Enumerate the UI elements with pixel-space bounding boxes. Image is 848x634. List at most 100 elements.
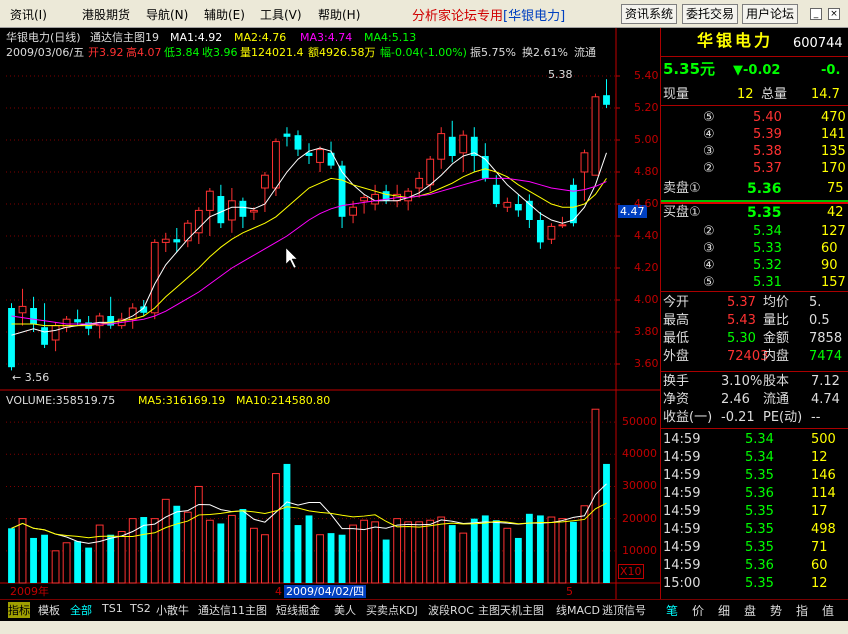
right-panel-tab[interactable]: 细 xyxy=(718,602,730,619)
indicator-tab[interactable]: 买卖点KDJ xyxy=(366,602,418,618)
forum-button[interactable]: 用户论坛 xyxy=(742,4,799,24)
volume-tick-label: 40000 xyxy=(622,447,657,461)
date-cursor-box: 2009/04/02/四 xyxy=(284,585,367,598)
buy-price: 5.33 xyxy=(753,241,782,256)
candle-body xyxy=(205,190,214,211)
volume-bar xyxy=(481,515,489,583)
trade-button[interactable]: 委托交易 xyxy=(682,4,739,24)
sell-volume: 470 xyxy=(821,110,846,125)
bar-float: 流通 xyxy=(574,46,596,59)
stat-value-2: 5. xyxy=(809,295,822,310)
volume-unit: X10 xyxy=(618,564,644,579)
candle-body xyxy=(580,152,589,173)
volume-bar xyxy=(85,547,93,583)
candle-body xyxy=(603,95,610,105)
quote-change-pct: -0. xyxy=(821,63,841,78)
sell-price: 5.38 xyxy=(753,144,782,159)
zongliang-label: 总量 xyxy=(761,87,788,102)
indicator-tab[interactable]: 全部 xyxy=(70,602,92,618)
indicator-tab[interactable]: 美人 xyxy=(334,602,356,618)
volume-bar xyxy=(41,534,48,583)
sell-level-label: ④ xyxy=(703,127,715,142)
volume-bar xyxy=(95,524,104,584)
finance-label: 净资 xyxy=(663,392,690,407)
kline-chart[interactable]: 华银电力(日线) 通达信主图19 MA1:4.92 MA2:4.76 MA3:4… xyxy=(0,28,660,599)
finance-label-2: 股本 xyxy=(763,374,790,389)
indicator-tab[interactable]: 线MACD xyxy=(556,602,600,618)
volume-bar xyxy=(62,542,71,584)
tick-time: 14:59 xyxy=(663,522,701,537)
volume-bar xyxy=(217,523,225,583)
right-panel-tab[interactable]: 笔 xyxy=(666,602,678,619)
volume-bar xyxy=(261,534,269,584)
candle-body xyxy=(217,196,225,224)
price-tick-label: 5.40 xyxy=(634,69,659,82)
mouse-cursor-icon xyxy=(285,247,298,269)
bar-volume: 量124021.4 xyxy=(240,46,304,59)
stat-value: 5.43 xyxy=(727,313,756,328)
indicator-tab[interactable]: 逃顶信号 xyxy=(602,602,646,618)
tick-price: 5.35 xyxy=(745,540,774,555)
indicator-tab[interactable]: 波段ROC xyxy=(428,602,474,618)
menu-assist[interactable]: 辅助(E) xyxy=(204,6,245,23)
candle-body xyxy=(74,319,82,323)
buy-level-label: ⑤ xyxy=(703,275,715,290)
candle-body xyxy=(360,197,369,202)
indicator-tab[interactable]: 模板 xyxy=(38,602,60,618)
stat-label: 最低 xyxy=(663,331,690,346)
candle-body xyxy=(349,206,357,216)
close-icon[interactable]: × xyxy=(828,8,840,20)
bar-low: 低3.84 xyxy=(164,46,200,59)
candle-body xyxy=(8,308,15,368)
menu-help[interactable]: 帮助(H) xyxy=(318,6,360,23)
volume-bar xyxy=(536,515,544,583)
indicator-tab[interactable]: 指标 xyxy=(8,602,30,618)
price-tick-label: 5.00 xyxy=(634,133,659,146)
menu-navigate[interactable]: 导航(N) xyxy=(146,6,188,23)
menu-hk-futures[interactable]: 港股期货 xyxy=(82,6,130,23)
right-panel-tab[interactable]: 势 xyxy=(770,602,782,619)
ma3-label: MA3:4.74 xyxy=(300,31,353,44)
xianliang-label: 现量 xyxy=(663,87,690,102)
candle-body xyxy=(459,134,468,154)
right-panel-tab[interactable]: 价 xyxy=(692,602,704,619)
tick-time: 14:59 xyxy=(663,468,701,483)
minimize-icon[interactable]: _ xyxy=(810,8,822,20)
finance-value-2: 4.74 xyxy=(811,392,840,407)
indicator-tabs: 指标 模板 全部 TS1 TS2 小散牛 通达信11主图 短线掘金 美人 买卖点KDJ 波段ROC 主… xyxy=(0,599,660,621)
stat-label-2: 均价 xyxy=(763,295,790,310)
volume-bar xyxy=(525,513,533,583)
indicator-tab[interactable]: 通达信11主图 xyxy=(198,602,267,618)
volume-bar xyxy=(547,516,556,584)
bar-amplitude: 振5.75% xyxy=(470,46,516,59)
zongliang-value: 14.7 xyxy=(811,87,840,102)
sell-price: 5.39 xyxy=(753,127,782,142)
stat-label-2: 量比 xyxy=(763,313,790,328)
volume-bar xyxy=(51,550,60,584)
right-panel-tab[interactable]: 值 xyxy=(822,602,834,619)
candle-body xyxy=(51,325,60,341)
menu-tools[interactable]: 工具(V) xyxy=(260,6,302,23)
candle-body xyxy=(272,141,280,189)
indicator-tab[interactable]: 短线掘金 xyxy=(276,602,320,618)
info-system-button[interactable]: 资讯系统 xyxy=(621,4,678,24)
sell-volume: 141 xyxy=(821,127,846,142)
right-panel-tab[interactable]: 指 xyxy=(796,602,808,619)
volume-bar xyxy=(117,531,126,584)
candle-body xyxy=(294,135,302,150)
stat-label: 外盘 xyxy=(663,349,690,364)
tick-volume: 500 xyxy=(811,432,836,447)
indicator-tab[interactable]: 主图天机主图 xyxy=(478,602,544,618)
indicator-tab[interactable]: TS2 xyxy=(130,602,151,615)
volume-bar xyxy=(183,511,192,584)
volume-bar xyxy=(128,518,137,584)
indicator-tab[interactable]: 小散牛 xyxy=(156,602,189,618)
right-panel-tab[interactable]: 盘 xyxy=(744,602,756,619)
stock-code: 600744 xyxy=(793,36,843,51)
menu-info[interactable]: 资讯(I) xyxy=(10,6,47,23)
volume-bar xyxy=(272,473,280,584)
indicator-tab[interactable]: TS1 xyxy=(102,602,123,615)
tick-time: 14:59 xyxy=(663,450,701,465)
buy-level-label: ③ xyxy=(703,241,715,256)
chart-title: 华银电力(日线) xyxy=(6,31,81,44)
